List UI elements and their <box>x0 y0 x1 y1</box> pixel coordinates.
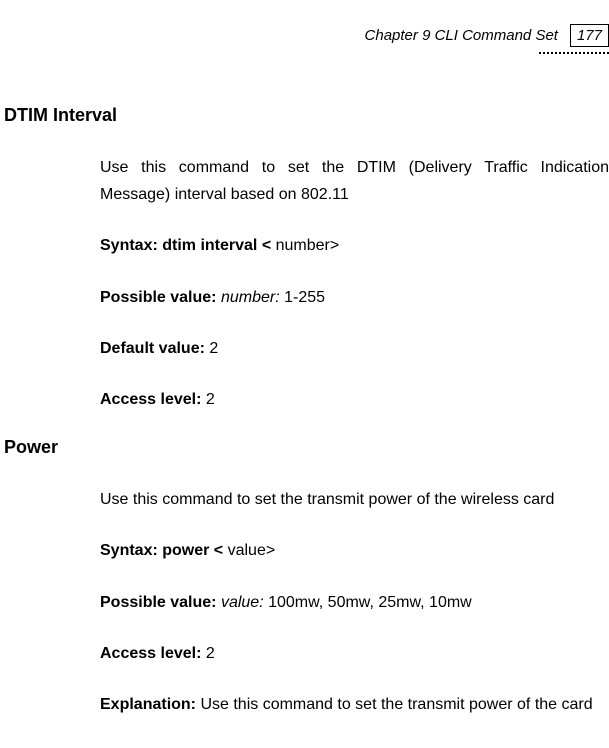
content-area: DTIM Interval Use this command to set th… <box>0 47 609 718</box>
power-possible-arg: value: <box>221 594 264 611</box>
power-possible-label: Possible value: <box>100 594 221 611</box>
power-syntax-line: Syntax: power < value> <box>100 537 609 564</box>
header-dotted-rule <box>539 52 609 54</box>
dtim-syntax-arg: number> <box>276 237 340 254</box>
section-body-power: Use this command to set the transmit pow… <box>0 486 609 718</box>
power-possible-rest: 100mw, 50mw, 25mw, 10mw <box>264 594 472 611</box>
dtim-default-value: 2 <box>209 340 218 357</box>
dtim-syntax-label: Syntax: dtim interval < <box>100 237 276 254</box>
dtim-access-value: 2 <box>206 391 215 408</box>
page-number-box: 177 <box>570 24 609 47</box>
power-syntax-label: Syntax: power < <box>100 542 228 559</box>
dtim-syntax-line: Syntax: dtim interval < number> <box>100 232 609 259</box>
power-explanation-line: Explanation: Use this command to set the… <box>100 691 609 718</box>
section-body-dtim: Use this command to set the DTIM (Delive… <box>0 154 609 413</box>
power-explanation-text: Use this command to set the transmit pow… <box>200 696 592 713</box>
power-access-label: Access level: <box>100 645 206 662</box>
dtim-possible-arg: number: <box>221 289 280 306</box>
section-heading-power: Power <box>0 437 609 458</box>
chapter-title: Chapter 9 CLI Command Set <box>365 27 558 44</box>
dtim-description: Use this command to set the DTIM (Delive… <box>100 154 609 208</box>
dtim-possible-line: Possible value: number: 1-255 <box>100 284 609 311</box>
power-explanation-label: Explanation: <box>100 696 200 713</box>
dtim-access-label: Access level: <box>100 391 206 408</box>
header-inner: Chapter 9 CLI Command Set 177 <box>365 24 609 47</box>
dtim-possible-label: Possible value: <box>100 289 221 306</box>
power-access-line: Access level: 2 <box>100 640 609 667</box>
power-access-value: 2 <box>206 645 215 662</box>
page-container: Chapter 9 CLI Command Set 177 DTIM Inter… <box>0 0 609 748</box>
power-description: Use this command to set the transmit pow… <box>100 486 609 513</box>
power-possible-line: Possible value: value: 100mw, 50mw, 25mw… <box>100 589 609 616</box>
dtim-access-line: Access level: 2 <box>100 386 609 413</box>
power-syntax-arg: value> <box>228 542 276 559</box>
dtim-default-label: Default value: <box>100 340 209 357</box>
dtim-possible-rest: 1-255 <box>280 289 325 306</box>
dtim-default-line: Default value: 2 <box>100 335 609 362</box>
section-heading-dtim: DTIM Interval <box>0 105 609 126</box>
page-header: Chapter 9 CLI Command Set 177 <box>0 24 609 47</box>
